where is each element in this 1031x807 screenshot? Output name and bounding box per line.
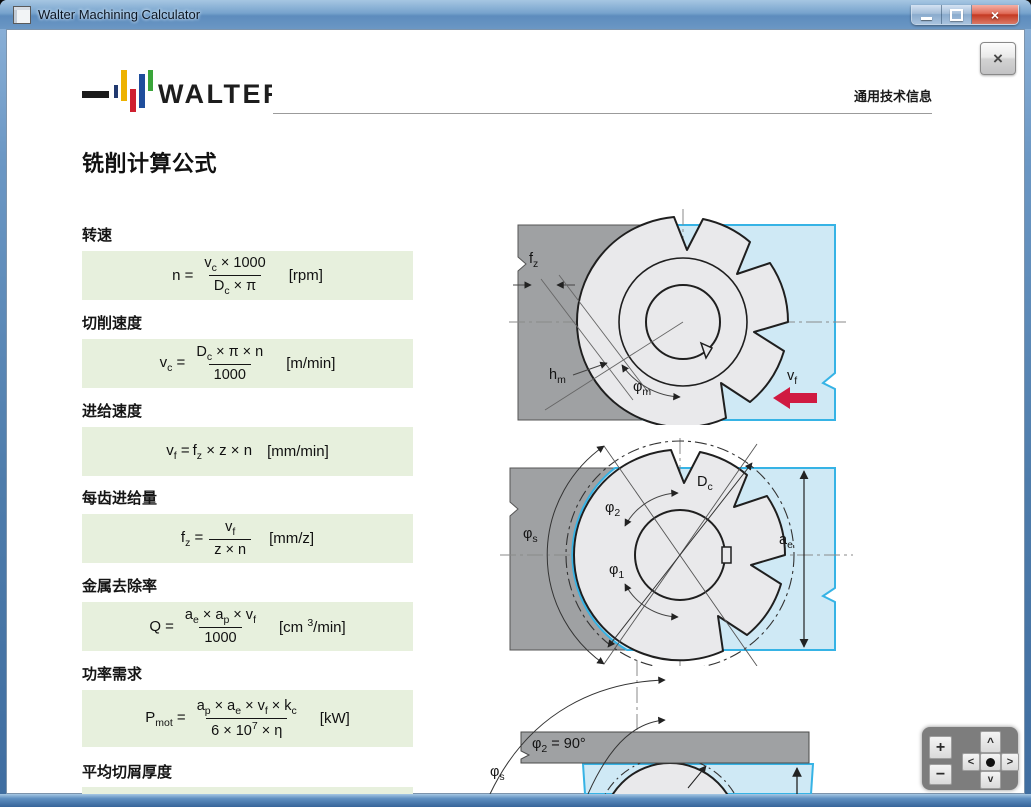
formula-fraction: ap × ae × vf × kc6 × 107 × η	[192, 698, 302, 739]
window-maximize-button[interactable]	[942, 5, 972, 24]
formula-lhs: vf =	[166, 442, 189, 462]
label-hm: hm	[549, 367, 566, 385]
milling-diagram-face: φ2 = 90° φs	[460, 660, 860, 794]
formula-lhs: Pmot =	[145, 709, 185, 729]
milling-diagram-engagement: φs φ2 φ1 Dc ae	[495, 438, 865, 666]
formula-unit: [cm 3/min]	[279, 618, 346, 636]
window-minimize-button[interactable]	[912, 5, 942, 24]
label-phis: φs	[490, 764, 505, 782]
logo-dash	[82, 91, 109, 98]
formula-box: Pmot = ap × ae × vf × kc6 × 107 × η [kW]	[82, 690, 413, 747]
nav-pad: + − ^ < > v	[922, 727, 1018, 790]
window-bottom-border	[0, 794, 1031, 807]
label-phim: φm	[633, 379, 651, 397]
logo-bar-red	[130, 89, 136, 112]
window-close-button[interactable]: ×	[972, 5, 1018, 24]
label-dc: Dc	[697, 474, 713, 492]
logo-bar-navy	[114, 85, 118, 98]
formula-box: Q = ae × ap × vf1000 [cm 3/min]	[82, 602, 413, 651]
nav-link-general-info[interactable]: 通用技术信息	[854, 86, 932, 105]
milling-diagram-feed: fz hm φm vf	[505, 207, 850, 425]
label-fz: fz	[529, 251, 538, 269]
formula-box	[82, 787, 413, 794]
pan-up-button[interactable]: ^	[980, 731, 1001, 753]
pan-left-button[interactable]: <	[962, 753, 980, 771]
section-label: 切削速度	[82, 312, 142, 333]
formula-unit: [mm/z]	[269, 530, 314, 547]
label-phi2-90: φ2 = 90°	[532, 736, 586, 754]
label-phi1: φ1	[609, 562, 624, 580]
logo-wordmark: WALTER	[158, 79, 272, 109]
label-vf: vf	[787, 368, 797, 386]
header-rule	[273, 113, 932, 114]
formula-fraction: vfz × n	[209, 519, 251, 558]
section-label: 转速	[82, 224, 112, 245]
formula-rhs: fz × z × n	[193, 442, 252, 462]
window-controls: ×	[911, 5, 1019, 25]
formula-box: vc = Dc × π × n1000 [m/min]	[82, 339, 413, 388]
content-area: × WALTER 通用技术信息 铣削计算公式 转速 n = vc × 1000D…	[6, 29, 1025, 794]
pan-right-button[interactable]: >	[1001, 753, 1019, 771]
page-title: 铣削计算公式	[82, 146, 217, 178]
formula-unit: [mm/min]	[267, 443, 329, 460]
section-label: 平均切屑厚度	[82, 761, 172, 782]
formula-lhs: fz =	[181, 529, 203, 549]
logo-bar-blue	[139, 74, 145, 108]
formula-box: n = vc × 1000Dc × π [rpm]	[82, 251, 413, 300]
center-dot-icon	[986, 758, 995, 767]
close-icon: ×	[991, 8, 999, 22]
section-label: 功率需求	[82, 663, 142, 684]
formula-unit: [rpm]	[289, 267, 323, 284]
label-phi2: φ2	[605, 500, 620, 518]
window-frame: Walter Machining Calculator × × WALTER 通…	[0, 0, 1031, 807]
logo-bar-green	[148, 70, 153, 91]
zoom-out-button[interactable]: −	[929, 764, 952, 785]
minimize-icon	[921, 17, 932, 20]
walter-logo: WALTER	[82, 69, 272, 115]
pan-down-button[interactable]: v	[980, 771, 1001, 789]
pan-center-button[interactable]	[980, 753, 1001, 771]
section-label: 每齿进给量	[82, 487, 157, 508]
formula-unit: [m/min]	[286, 355, 335, 372]
bore-keyway	[722, 547, 731, 563]
formula-fraction: ae × ap × vf1000	[180, 607, 261, 646]
formula-fraction: vc × 1000Dc × π	[199, 255, 270, 297]
formula-lhs: Q =	[149, 618, 174, 635]
section-label: 金属去除率	[82, 575, 157, 596]
label-ae: ae	[779, 532, 793, 550]
dialog-close-button[interactable]: ×	[980, 42, 1016, 75]
zoom-in-button[interactable]: +	[929, 736, 952, 759]
titlebar[interactable]: Walter Machining Calculator ×	[0, 0, 1031, 29]
formula-lhs: vc =	[160, 354, 186, 374]
app-icon	[13, 6, 31, 24]
section-label: 进给速度	[82, 400, 142, 421]
window-title: Walter Machining Calculator	[38, 7, 200, 22]
formula-fraction: Dc × π × n1000	[191, 344, 268, 383]
formula-lhs: n =	[172, 267, 193, 284]
label-phis: φs	[523, 526, 538, 544]
maximize-icon	[950, 9, 963, 21]
formula-unit: [kW]	[320, 710, 350, 727]
logo-bar-yellow	[121, 70, 127, 101]
formula-box: fz = vfz × n [mm/z]	[82, 514, 413, 563]
formula-box: vf = fz × z × n [mm/min]	[82, 427, 413, 476]
